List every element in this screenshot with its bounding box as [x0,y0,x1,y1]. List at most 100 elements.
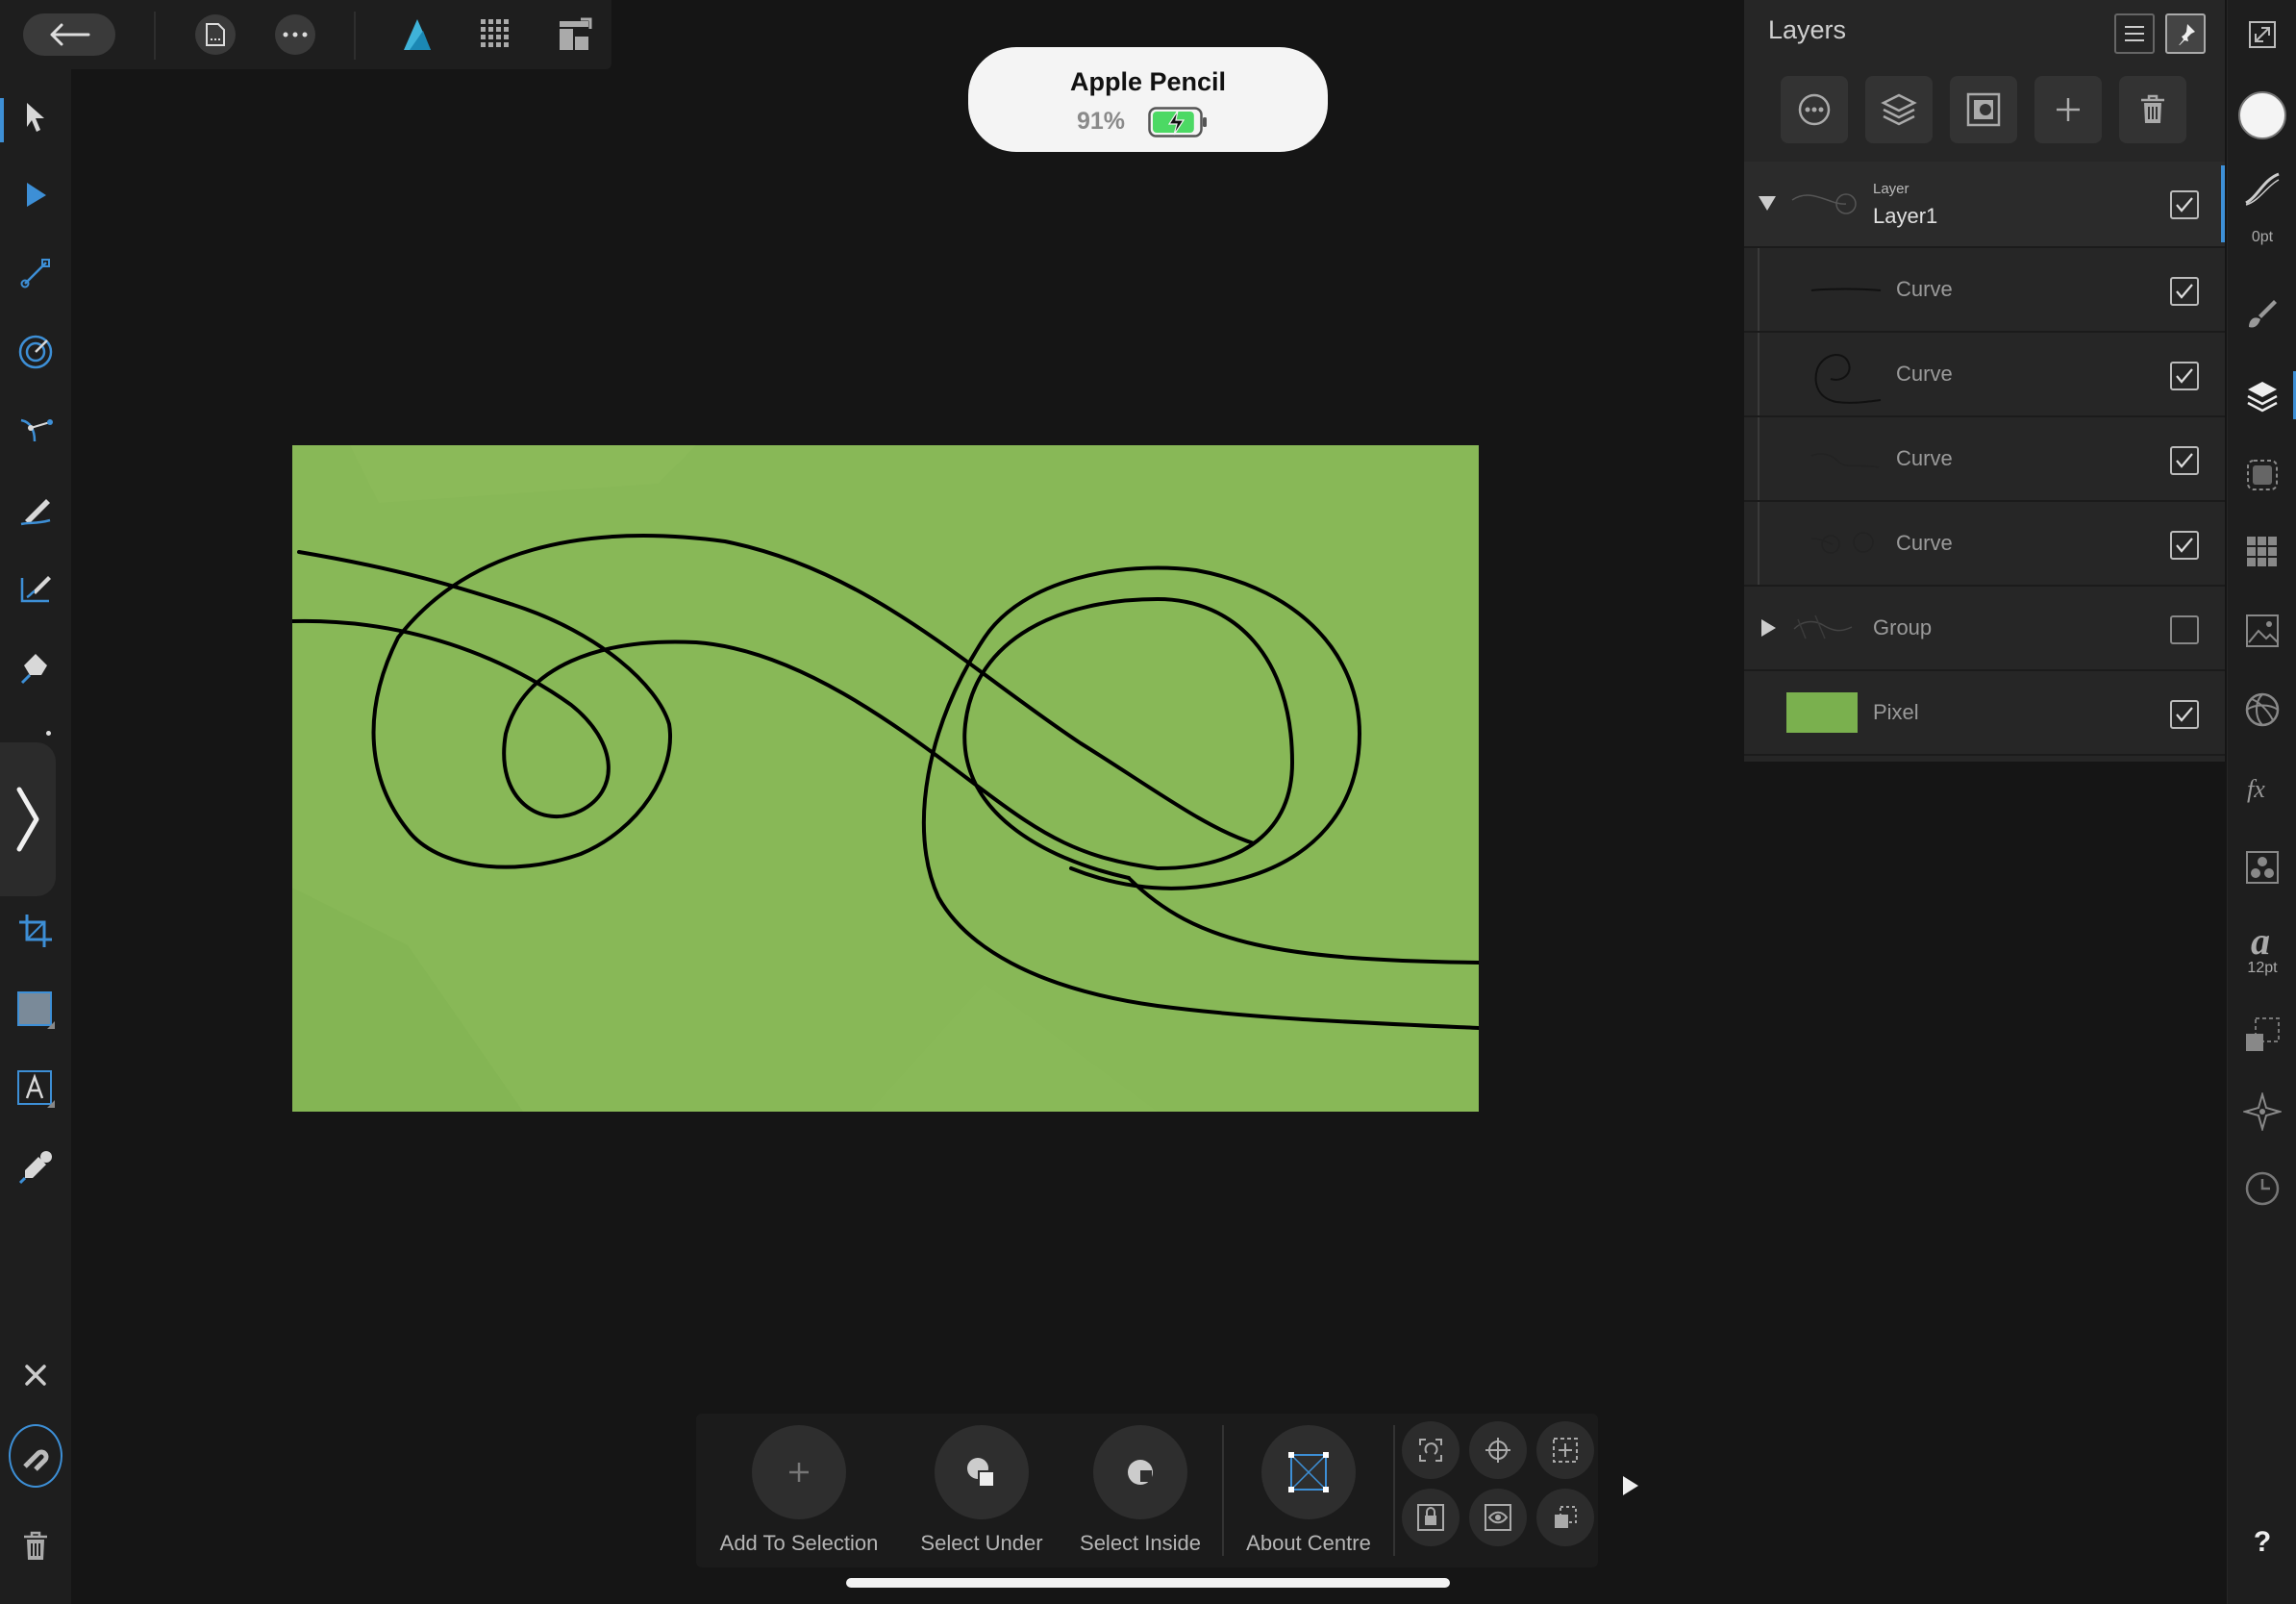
point-transform-tool[interactable] [9,404,62,458]
export-persona-button[interactable] [548,8,602,62]
add-layer-button[interactable] [2034,76,2102,143]
layer-row-curve[interactable]: Curve [1744,417,2225,502]
color-picker-tool[interactable] [9,1140,62,1194]
crop-tool-icon [19,915,52,947]
snapping-button[interactable] [9,1424,62,1488]
layer-row-curve[interactable]: Curve [1744,502,2225,587]
home-indicator[interactable] [846,1578,1450,1588]
svg-text:fx: fx [2247,775,2265,803]
move-tool[interactable] [9,90,62,144]
back-arrow-icon [50,23,90,46]
gradient-tool-icon [20,259,50,288]
stroke-button[interactable] [2235,162,2289,215]
layer-row-curve[interactable]: Curve [1744,248,2225,333]
expand-tools-icon [16,787,39,852]
color-button[interactable] [2235,88,2289,142]
fullscreen-icon [2249,21,2276,48]
help-button[interactable]: ? [2235,1516,2289,1569]
curve-thumbnail [1814,354,1882,404]
move-tool-icon [27,103,44,132]
select-under-button[interactable] [935,1425,1029,1519]
pixel-persona-button[interactable] [469,8,523,62]
disclosure-expanded-icon[interactable] [1758,194,1777,212]
layers-studio-button[interactable] [2235,369,2289,423]
about-centre-button[interactable] [1261,1425,1356,1519]
layer-visibility-checkbox[interactable] [2170,446,2199,475]
text-tool[interactable] [9,1062,62,1115]
effects-button[interactable] [2235,840,2289,894]
checkmark-icon [2176,538,2193,553]
trash-icon [2141,94,2164,123]
more-button[interactable] [268,8,322,62]
adjustments-button[interactable] [2235,683,2289,737]
layer-visibility-checkbox[interactable] [2170,190,2199,219]
fullscreen-button[interactable] [2235,8,2289,62]
brushes-button[interactable] [2235,287,2289,340]
document-button[interactable] [188,8,242,62]
checkmark-icon [2176,453,2193,468]
vector-brush-tool[interactable] [9,562,62,615]
gradient-tool[interactable] [9,246,62,300]
delete-button[interactable] [9,1519,62,1573]
panel-menu-button[interactable] [2114,13,2155,54]
designer-persona-button[interactable] [390,8,444,62]
layers-panel-title: Layers [1768,15,1847,44]
layer-row-layer1[interactable]: Layer Layer1 [1744,162,2225,248]
layer-visibility-checkbox[interactable] [2170,615,2199,644]
assets-icon [2246,614,2279,647]
cancel-button[interactable] [9,1348,62,1402]
document-canvas[interactable] [292,445,1479,1112]
show-hidden-button[interactable] [1469,1489,1527,1546]
transform-geometry-button[interactable] [1536,1489,1594,1546]
layer-row-curve[interactable]: Curve [1744,333,2225,417]
layer-thumbnail [1791,193,1857,214]
layer-visibility-checkbox[interactable] [2170,531,2199,560]
assets-button[interactable] [2235,604,2289,658]
transform-objects-separately-button[interactable] [1402,1421,1460,1479]
appearance-icon [2247,460,2278,490]
layer-row-group[interactable]: Group [1744,587,2225,671]
navigator-button[interactable] [2235,1085,2289,1139]
pencil-battery-hud: Apple Pencil 91% [968,47,1328,152]
appearance-button[interactable] [2235,448,2289,502]
close-icon [25,1365,46,1386]
swatches-button[interactable] [2235,525,2289,579]
node-tool[interactable] [9,167,62,221]
pencil-tool[interactable] [9,483,62,537]
fx-button[interactable]: fx [2235,762,2289,815]
back-button[interactable] [23,13,115,56]
transform-origin-button[interactable] [1469,1421,1527,1479]
lock-children-button[interactable] [1402,1489,1460,1546]
rectangle-tool[interactable] [9,983,62,1037]
document-icon [206,23,225,46]
layer-blend-button[interactable] [1865,76,1933,143]
delete-layer-button[interactable] [2119,76,2186,143]
disclosure-collapsed-icon[interactable] [1759,618,1777,638]
pencil-battery-percent: 91% [1077,108,1126,135]
history-button[interactable] [2235,1162,2289,1216]
transparency-tool[interactable] [9,325,62,379]
add-mask-button[interactable] [1950,76,2017,143]
layer-name: Curve [1896,446,1953,470]
checkmark-icon [2176,707,2193,722]
more-circle-icon [1798,93,1831,126]
layer-options-button[interactable] [1781,76,1848,143]
pin-panel-button[interactable] [2165,13,2206,54]
expand-tools-button[interactable] [0,742,56,896]
crop-tool[interactable] [9,904,62,958]
pen-tool[interactable] [9,640,62,694]
active-tool-indicator [0,98,4,142]
transform-button[interactable] [2235,1008,2289,1062]
layer-visibility-checkbox[interactable] [2170,700,2199,729]
layer-visibility-checkbox[interactable] [2170,362,2199,390]
snap-to-centre-button[interactable] [1536,1421,1594,1479]
context-toolbar-expand-button[interactable] [1621,1474,1640,1497]
history-icon [2245,1171,2280,1206]
layer-name: Curve [1896,277,1953,301]
pin-icon [2179,24,2195,45]
select-inside-button[interactable] [1093,1425,1187,1519]
select-inside-icon [1128,1460,1153,1485]
layer-visibility-checkbox[interactable] [2170,277,2199,306]
layer-row-pixel[interactable]: Pixel [1744,671,2225,756]
add-to-selection-button[interactable] [752,1425,846,1519]
